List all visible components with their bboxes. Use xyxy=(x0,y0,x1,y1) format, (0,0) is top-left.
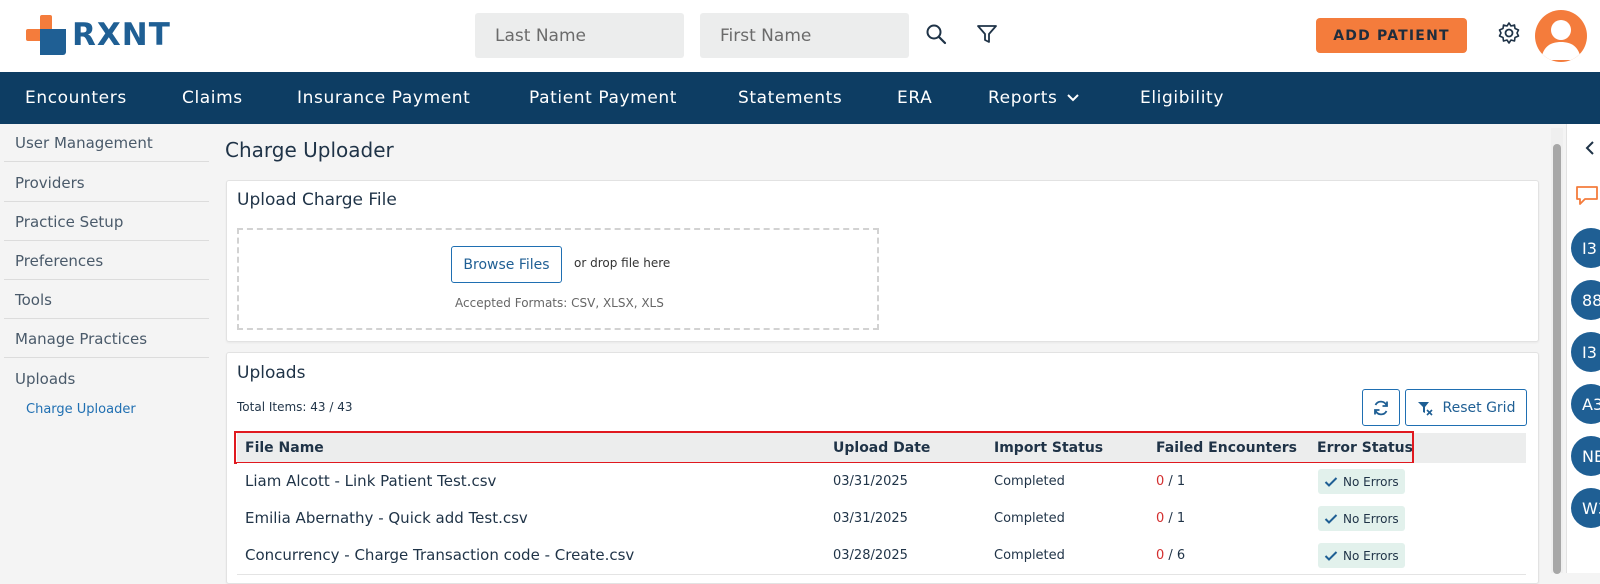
check-icon xyxy=(1324,476,1338,487)
sidebar-item-tools[interactable]: Tools xyxy=(4,281,209,319)
cell-import-status: Completed xyxy=(994,547,1065,563)
nav-item-statements[interactable]: Statements xyxy=(738,72,842,124)
sidebar-item-manage-practices[interactable]: Manage Practices xyxy=(4,320,209,358)
total-items-count: Total Items: 43 / 43 xyxy=(237,400,353,414)
nav-item-reports-label: Reports xyxy=(988,88,1058,108)
cell-file-name[interactable]: Emilia Abernathy - Quick add Test.csv xyxy=(245,500,528,536)
filter-icon[interactable] xyxy=(973,20,1001,48)
status-badge: No Errors xyxy=(1318,543,1405,568)
open-chart-circle[interactable]: I3 xyxy=(1571,228,1600,268)
sidebar-item-providers[interactable]: Providers xyxy=(4,164,209,202)
drop-hint-text: or drop file here xyxy=(574,256,671,270)
nav-item-patient-payment[interactable]: Patient Payment xyxy=(529,72,677,124)
cell-upload-date: 03/28/2025 xyxy=(833,547,908,563)
nav-item-insurance-payment[interactable]: Insurance Payment xyxy=(297,72,470,124)
add-patient-button[interactable]: ADD PATIENT xyxy=(1316,18,1467,53)
main-nav: Encounters Claims Insurance Payment Pati… xyxy=(0,72,1600,124)
total-count: / 1 xyxy=(1168,510,1186,526)
table-row[interactable]: Concurrency - Charge Transaction code - … xyxy=(237,537,1526,575)
browse-files-button[interactable]: Browse Files xyxy=(451,246,562,283)
open-chart-circle[interactable]: A3 xyxy=(1571,384,1600,424)
nav-item-encounters[interactable]: Encounters xyxy=(25,72,127,124)
nav-item-claims[interactable]: Claims xyxy=(182,72,243,124)
status-badge: No Errors xyxy=(1318,506,1405,531)
nav-item-eligibility[interactable]: Eligibility xyxy=(1140,72,1224,124)
table-row[interactable]: Liam Alcott - Link Patient Test.csv 03/3… xyxy=(237,463,1526,501)
header-highlight-box xyxy=(234,431,1414,464)
sidebar-item-user-management[interactable]: User Management xyxy=(4,124,209,162)
collapse-chevron-icon[interactable] xyxy=(1585,140,1595,159)
chat-icon[interactable] xyxy=(1575,184,1600,212)
cell-failed-encounters: 0 / 6 xyxy=(1156,537,1185,573)
refresh-button[interactable] xyxy=(1362,389,1400,426)
cell-failed-encounters: 0 / 1 xyxy=(1156,463,1185,499)
failed-count: 0 xyxy=(1156,547,1165,563)
scrollbar-thumb[interactable] xyxy=(1553,144,1561,574)
nav-item-era[interactable]: ERA xyxy=(897,72,932,124)
open-chart-circle[interactable]: I3 xyxy=(1571,332,1600,372)
error-status-label: No Errors xyxy=(1343,474,1399,489)
refresh-icon xyxy=(1374,400,1388,415)
sidebar-subitem-charge-uploader[interactable]: Charge Uploader xyxy=(26,402,136,417)
cell-file-name[interactable]: Concurrency - Charge Transaction code - … xyxy=(245,537,634,573)
upload-card-title: Upload Charge File xyxy=(237,190,397,210)
cell-upload-date: 03/31/2025 xyxy=(833,510,908,526)
accepted-formats-text: Accepted Formats: CSV, XLSX, XLS xyxy=(455,296,664,310)
filter-clear-icon xyxy=(1417,401,1433,416)
cell-import-status: Completed xyxy=(994,473,1065,489)
total-count: / 6 xyxy=(1168,547,1186,563)
nav-item-reports[interactable]: Reports xyxy=(988,72,1080,124)
logo-text: RXNT xyxy=(72,17,171,53)
settings-sidebar: User Management Providers Practice Setup… xyxy=(0,124,212,573)
top-header: RXNT ADD PATIENT xyxy=(0,0,1600,72)
error-status-label: No Errors xyxy=(1343,548,1399,563)
sidebar-item-uploads[interactable]: Uploads xyxy=(4,360,209,398)
open-chart-circle[interactable]: 88 xyxy=(1571,280,1600,320)
rxnt-logo[interactable]: RXNT xyxy=(26,14,171,56)
sidebar-item-practice-setup[interactable]: Practice Setup xyxy=(4,203,209,241)
cell-upload-date: 03/31/2025 xyxy=(833,473,908,489)
open-chart-circle[interactable]: W3 xyxy=(1571,488,1600,528)
page-title: Charge Uploader xyxy=(225,138,394,162)
check-icon xyxy=(1324,513,1338,524)
status-badge: No Errors xyxy=(1318,469,1405,494)
right-side-panel: I3 88 I3 A3 NE W3 xyxy=(1566,124,1600,573)
page-scrollbar[interactable] xyxy=(1551,128,1563,574)
uploads-card-title: Uploads xyxy=(237,363,306,383)
cell-import-status: Completed xyxy=(994,510,1065,526)
gear-icon[interactable] xyxy=(1495,19,1523,47)
reset-grid-button[interactable]: Reset Grid xyxy=(1405,389,1527,426)
table-row[interactable]: Emilia Abernathy - Quick add Test.csv 03… xyxy=(237,500,1526,538)
chevron-down-icon xyxy=(1067,94,1080,102)
last-name-field[interactable] xyxy=(475,13,684,58)
check-icon xyxy=(1324,550,1338,561)
open-chart-circle[interactable]: NE xyxy=(1571,436,1600,476)
error-status-label: No Errors xyxy=(1343,511,1399,526)
sidebar-item-preferences[interactable]: Preferences xyxy=(4,242,209,280)
failed-count: 0 xyxy=(1156,510,1165,526)
total-count: / 1 xyxy=(1168,473,1186,489)
reset-grid-label: Reset Grid xyxy=(1442,399,1516,416)
user-avatar-icon[interactable] xyxy=(1535,10,1587,62)
last-name-input[interactable] xyxy=(493,24,666,47)
first-name-input[interactable] xyxy=(718,24,891,47)
cell-file-name[interactable]: Liam Alcott - Link Patient Test.csv xyxy=(245,463,496,499)
first-name-field[interactable] xyxy=(700,13,909,58)
failed-count: 0 xyxy=(1156,473,1165,489)
cell-failed-encounters: 0 / 1 xyxy=(1156,500,1185,536)
search-icon[interactable] xyxy=(922,20,950,48)
rxnt-logo-mark-icon xyxy=(26,15,66,55)
